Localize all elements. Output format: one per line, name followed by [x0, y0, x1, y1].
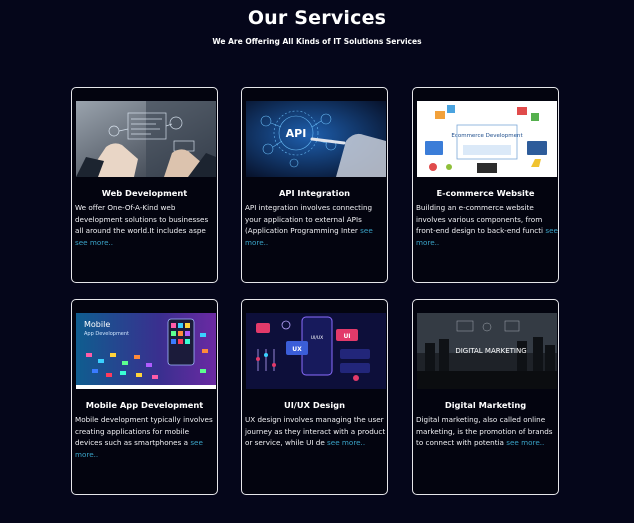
card-title: Mobile App Development	[85, 400, 204, 410]
card-description: We offer One-Of-A-Kind web development s…	[75, 203, 209, 247]
service-card-api-integration[interactable]: API API Integration API integration invo…	[241, 87, 388, 283]
see-more-link[interactable]: see more..	[506, 438, 544, 447]
ecommerce-image: Ecommerce Development	[417, 101, 557, 177]
card-description: API integration involves connecting your…	[245, 203, 373, 247]
web-development-image	[76, 101, 216, 177]
card-title: E-commerce Website	[436, 188, 535, 198]
service-card-mobile-app-development[interactable]: Mobile App Development Mobile App Develo…	[71, 299, 218, 495]
card-title: UI/UX Design	[283, 400, 346, 410]
page-subtitle: We Are Offering All Kinds of IT Solution…	[212, 37, 422, 46]
page-title: Our Services	[247, 7, 387, 29]
see-more-link[interactable]: see more..	[75, 238, 113, 247]
ui-ux-image-label: UI/UX	[311, 335, 324, 341]
card-description: Mobile development typically involves cr…	[75, 415, 213, 459]
service-card-web-development[interactable]: Web Development We offer One-Of-A-Kind w…	[71, 87, 218, 283]
api-integration-image: API	[246, 101, 386, 177]
see-more-link[interactable]: see more..	[327, 438, 365, 447]
ui-ux-image: UX UI/UX UI	[246, 313, 386, 389]
card-description: Digital marketing, also called online ma…	[416, 415, 553, 448]
digital-marketing-image: DIGITAL MARKETING	[417, 313, 557, 389]
ux-image-label: UX	[292, 346, 302, 353]
card-description: Building an e-commerce website involves …	[416, 203, 558, 247]
service-card-ecommerce-website[interactable]: Ecommerce Development E-commerce Website…	[412, 87, 559, 283]
svg-text:App Development: App Development	[84, 331, 129, 337]
card-title: Digital Marketing	[444, 400, 527, 410]
card-description: UX design involves managing the user jou…	[245, 415, 386, 448]
card-title: API Integration	[278, 188, 351, 198]
mobile-app-image: Mobile App Development	[76, 313, 216, 389]
ecommerce-image-label: Ecommerce Development	[451, 133, 523, 139]
card-title: Web Development	[101, 188, 188, 198]
digital-marketing-image-label: DIGITAL MARKETING	[455, 347, 526, 355]
svg-text:Mobile: Mobile	[84, 320, 110, 329]
service-card-ui-ux-design[interactable]: UX UI/UX UI UI/UX Design UX design invol…	[241, 299, 388, 495]
api-image-label: API	[286, 127, 307, 140]
ui-image-label: UI	[343, 333, 350, 340]
service-card-digital-marketing[interactable]: DIGITAL MARKETING Digital Marketing Digi…	[412, 299, 559, 495]
